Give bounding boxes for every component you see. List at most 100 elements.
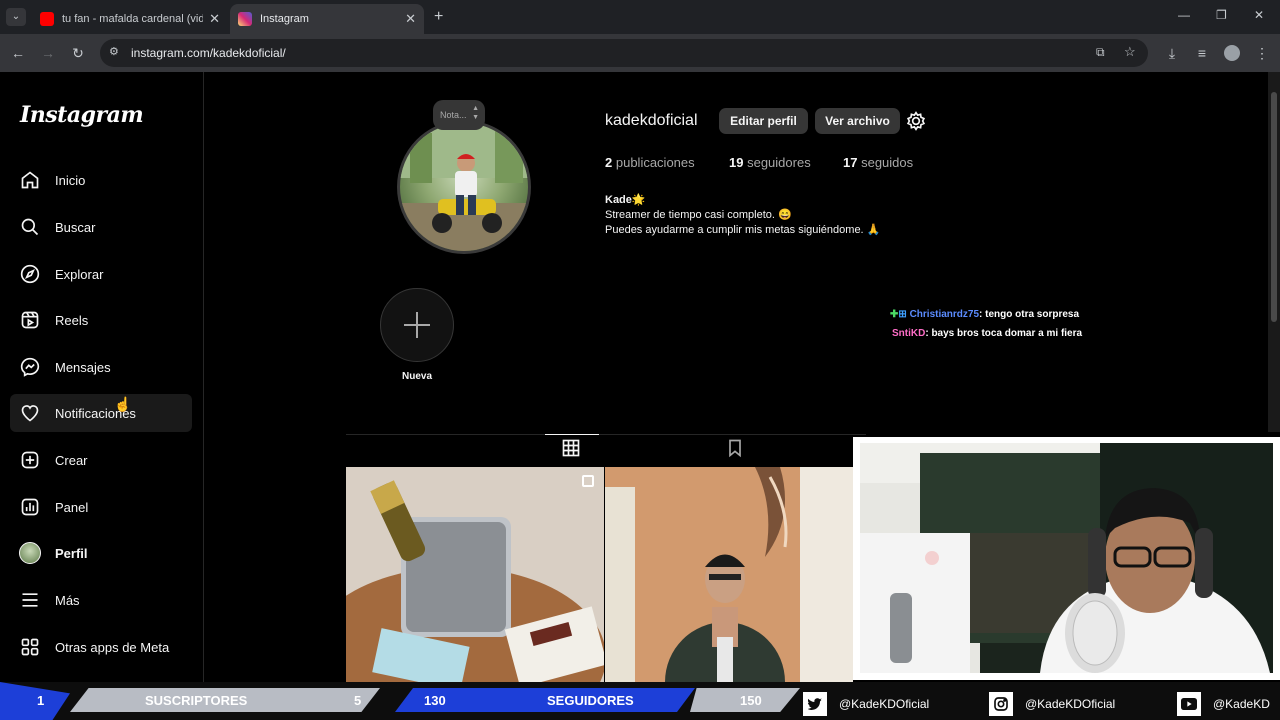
stat-following[interactable]: 17 seguidos — [843, 155, 913, 170]
edit-profile-button[interactable]: Editar perfil — [719, 108, 808, 134]
chat-username: Christianrdz75 — [909, 309, 980, 320]
page-scrollbar[interactable] — [1268, 72, 1280, 432]
instagram-favicon-icon — [238, 12, 252, 26]
close-tab-icon[interactable]: ✕ — [209, 11, 220, 27]
chat-username: SntiKD — [892, 328, 926, 339]
sidebar-item-reels[interactable]: Reels — [10, 301, 192, 339]
sidebar-item-label: Inicio — [55, 172, 86, 188]
mouse-cursor: ☝ — [114, 396, 132, 412]
sidebar-item-mas[interactable]: Más — [10, 581, 192, 619]
plus-icon — [404, 312, 430, 338]
meta-apps-icon — [19, 636, 41, 658]
address-bar[interactable]: ⚙ instagram.com/kadekdoficial/ ⧉ ☆ — [100, 39, 1148, 67]
browser-tab-bar: ⌄ tu fan - mafalda cardenal (video ✕ Ins… — [0, 0, 1280, 34]
post-thumbnail[interactable] — [605, 467, 853, 682]
view-archive-button[interactable]: Ver archivo — [815, 108, 900, 134]
sidebar-item-mensajes[interactable]: Mensajes — [10, 348, 192, 386]
reload-icon[interactable]: ↻ — [68, 43, 88, 63]
back-icon[interactable]: ← — [8, 43, 28, 63]
profile-username: kadekdoficial — [605, 112, 698, 129]
chat-text: : bays bros toca domar a mi fiera — [925, 328, 1083, 339]
note-scroll-icon: ▲ ▼ — [472, 105, 479, 121]
downloads-icon[interactable]: ⤓ — [1162, 43, 1182, 63]
browser-tab-instagram[interactable]: Instagram ✕ — [230, 4, 424, 34]
twitter-icon — [803, 692, 827, 716]
sidebar-item-buscar[interactable]: Buscar — [10, 208, 192, 246]
sidebar-item-label: Panel — [55, 499, 89, 515]
home-icon — [19, 169, 41, 191]
close-window-icon[interactable]: ✕ — [1254, 8, 1264, 22]
youtube-handle-text: @KadeKD — [1213, 697, 1270, 711]
sidebar-item-label: Mensajes — [55, 359, 111, 375]
multi-photo-icon — [582, 475, 594, 487]
note-text: Nota... — [440, 110, 467, 120]
sidebar-item-panel[interactable]: Panel — [10, 488, 192, 526]
stat-followers[interactable]: 19 seguidores — [729, 155, 811, 170]
search-icon — [19, 216, 41, 238]
new-tab-button[interactable]: + — [434, 8, 443, 26]
posts-grid-tab-icon[interactable] — [561, 438, 581, 458]
instagram-icon — [989, 692, 1013, 716]
url-text: instagram.com/kadekdoficial/ — [131, 46, 286, 60]
subs-goal: 5 — [354, 693, 362, 708]
post-thumbnail[interactable] — [346, 467, 604, 682]
sidebar-item-label: Reels — [55, 312, 89, 328]
profile-avatar-icon[interactable] — [1224, 45, 1240, 61]
minimize-icon[interactable]: — — [1178, 8, 1190, 22]
sidebar-item-label: Crear — [55, 452, 88, 468]
instagram-logo[interactable]: Instagram — [20, 102, 144, 128]
tab-list-dropdown[interactable]: ⌄ — [6, 8, 26, 26]
reading-list-icon[interactable]: ≡ — [1192, 43, 1212, 63]
active-tab-indicator — [545, 434, 599, 435]
close-tab-icon[interactable]: ✕ — [405, 11, 416, 27]
webcam-feed — [860, 443, 1273, 673]
chat-message: SntiKD: bays bros toca domar a mi fiera — [892, 328, 1082, 339]
sidebar-item-otras-apps[interactable]: Otras apps de Meta — [10, 628, 192, 666]
chart-icon — [19, 496, 41, 518]
webcam-overlay — [853, 437, 1280, 680]
sidebar-item-crear[interactable]: Crear — [10, 441, 192, 479]
twitter-handle: @KadeKDOficial — [803, 688, 929, 720]
chat-message: ✚⊞ Christianrdz75: tengo otra sorpresa — [890, 309, 1079, 320]
site-info-icon[interactable]: ⚙ — [109, 45, 119, 58]
followers-label: SEGUIDORES — [547, 693, 634, 708]
saved-tab-icon[interactable] — [725, 438, 745, 458]
chat-text: : tengo otra sorpresa — [979, 309, 1080, 320]
youtube-favicon-icon — [40, 12, 54, 26]
tab-title: Instagram — [260, 13, 309, 25]
heart-icon — [19, 402, 41, 424]
install-app-icon[interactable]: ⧉ — [1096, 45, 1105, 60]
sidebar-item-explorar[interactable]: Explorar — [10, 255, 192, 293]
followers-current: 130 — [424, 693, 446, 708]
stream-goal-bar: 1 SUSCRIPTORES 5 130 SEGUIDORES 150 @Kad… — [0, 682, 1280, 720]
sidebar-item-notificaciones[interactable]: Notificaciones — [10, 394, 192, 432]
browser-menu-icon[interactable]: ⋮ — [1252, 43, 1272, 63]
browser-tab-youtube[interactable]: tu fan - mafalda cardenal (video ✕ — [32, 4, 228, 34]
instagram-handle: @KadeKDOficial — [989, 688, 1115, 720]
sidebar-item-label: Buscar — [55, 219, 96, 235]
sidebar-item-perfil[interactable]: Perfil — [10, 534, 192, 572]
subs-label: SUSCRIPTORES — [145, 693, 248, 708]
bio-line: Puedes ayudarme a cumplir mis metas sigu… — [605, 224, 881, 236]
plus-square-icon — [19, 449, 41, 471]
sidebar-item-label: Más — [55, 592, 80, 608]
followers-goal: 150 — [740, 693, 762, 708]
sidebar-item-inicio[interactable]: Inicio — [10, 161, 192, 199]
bookmark-star-icon[interactable]: ☆ — [1124, 44, 1136, 60]
scrollbar-thumb[interactable] — [1271, 92, 1277, 322]
instagram-handle-text: @KadeKDOficial — [1025, 697, 1116, 711]
menu-icon — [19, 589, 41, 611]
new-highlight-button[interactable] — [380, 288, 454, 362]
browser-toolbar: ← → ↻ ⚙ instagram.com/kadekdoficial/ ⧉ ☆… — [0, 34, 1280, 72]
settings-gear-icon[interactable] — [906, 111, 926, 131]
sidebar: Instagram Inicio Buscar Explorar Reels M… — [0, 72, 204, 682]
maximize-icon[interactable]: ❐ — [1216, 8, 1227, 22]
bio-line: Streamer de tiempo casi completo. 😄 — [605, 209, 792, 221]
forward-icon[interactable]: → — [38, 43, 58, 63]
note-bubble[interactable]: Nota... ▲ ▼ — [433, 100, 485, 130]
bio-name: Kade🌟 — [605, 194, 646, 206]
twitter-handle-text: @KadeKDOficial — [839, 697, 930, 711]
profile-avatar[interactable] — [397, 120, 531, 254]
sidebar-item-label: Explorar — [55, 266, 104, 282]
chat-badge-icon: ⊞ — [898, 309, 907, 320]
